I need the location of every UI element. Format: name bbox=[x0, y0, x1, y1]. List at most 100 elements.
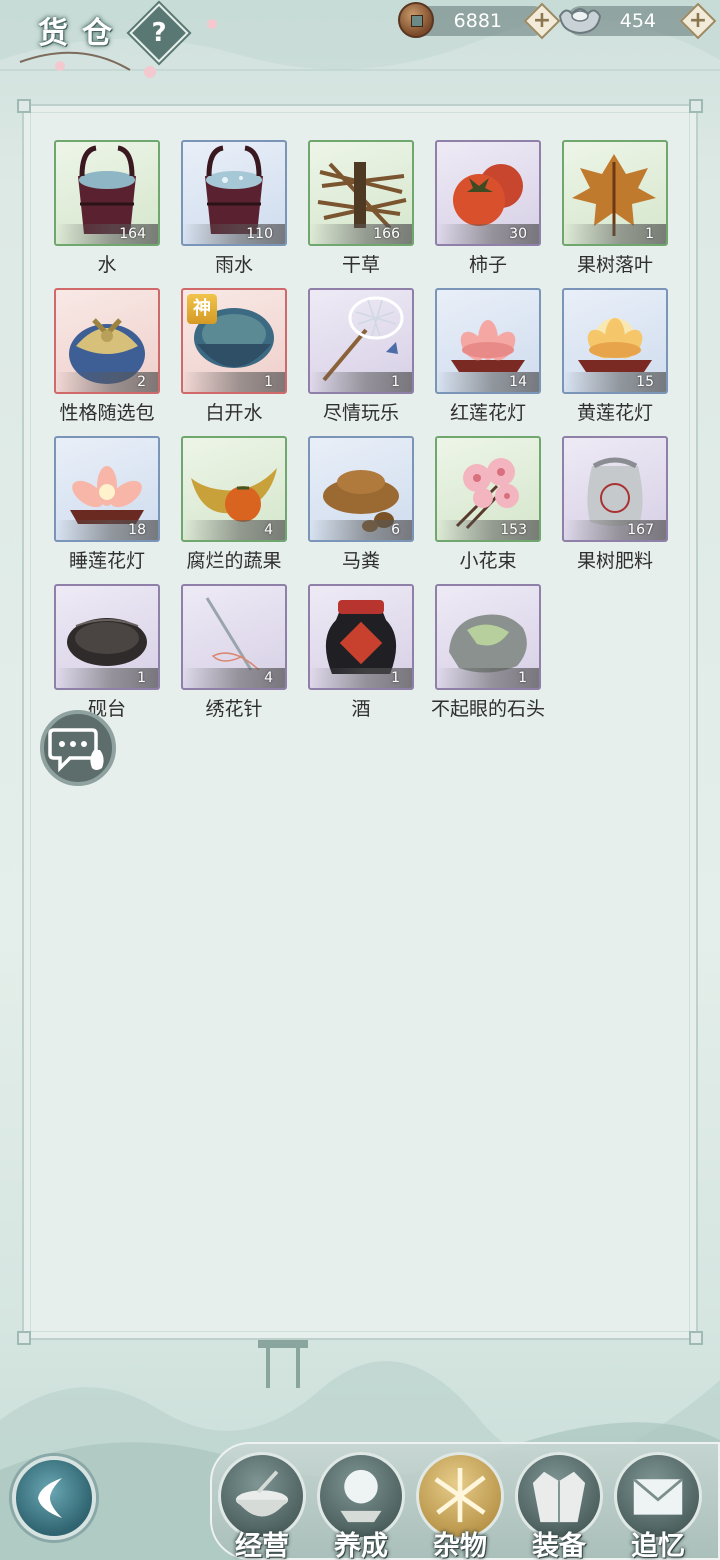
item-count: 2 bbox=[137, 374, 146, 390]
item-tile[interactable]: 167 bbox=[562, 436, 668, 542]
copper-coin-icon bbox=[398, 2, 434, 38]
item-tile[interactable]: 神1 bbox=[181, 288, 287, 394]
inventory-item[interactable]: 6 马粪 bbox=[308, 436, 414, 573]
inventory-item[interactable]: 30 柿子 bbox=[435, 140, 541, 277]
inventory-item[interactable]: 15 黄莲花灯 bbox=[562, 288, 668, 425]
item-name: 腐烂的蔬果 bbox=[186, 550, 282, 572]
item-name: 性格随选包 bbox=[59, 402, 155, 424]
item-tile[interactable]: 14 bbox=[435, 288, 541, 394]
item-name: 红莲花灯 bbox=[449, 402, 526, 424]
item-tile[interactable]: 1 bbox=[435, 584, 541, 690]
nav-tab[interactable]: 追忆 bbox=[614, 1452, 702, 1560]
item-count: 4 bbox=[264, 522, 273, 538]
inventory-panel: 164 水 110 雨水 166 干草 30 柿子 1 果树落叶 2 性格随选包神 1 白开水 1 尽情玩乐 1… bbox=[17, 99, 703, 1345]
item-count: 1 bbox=[137, 670, 146, 686]
item-name: 柿子 bbox=[468, 254, 507, 276]
inventory-item[interactable]: 166 干草 bbox=[308, 140, 414, 277]
inventory-item[interactable]: 4 绣花针 bbox=[181, 584, 287, 721]
item-tile[interactable]: 153 bbox=[435, 436, 541, 542]
item-tile[interactable]: 18 bbox=[54, 436, 160, 542]
item-count: 166 bbox=[373, 226, 400, 242]
item-tile[interactable]: 2 bbox=[54, 288, 160, 394]
chat-button[interactable] bbox=[40, 710, 116, 786]
inventory-item[interactable]: 2 性格随选包 bbox=[54, 288, 160, 425]
nav-tab-label: 追忆 bbox=[631, 1531, 685, 1560]
item-tile[interactable]: 1 bbox=[562, 140, 668, 246]
item-count: 153 bbox=[500, 522, 527, 538]
item-count: 18 bbox=[128, 522, 146, 538]
inventory-item[interactable]: 1 果树落叶 bbox=[562, 140, 668, 277]
inventory-item[interactable]: 4 腐烂的蔬果 bbox=[181, 436, 287, 573]
item-tile[interactable]: 164 bbox=[54, 140, 160, 246]
inventory-item[interactable]: 1 不起眼的石头 bbox=[431, 584, 545, 721]
nav-tab-label: 经营 bbox=[235, 1531, 289, 1560]
item-count: 4 bbox=[264, 670, 273, 686]
item-count: 1 bbox=[264, 374, 273, 390]
item-name: 绣花针 bbox=[205, 698, 263, 720]
chat-bubble-icon bbox=[48, 728, 104, 773]
item-count: 1 bbox=[391, 374, 400, 390]
item-tile[interactable]: 1 bbox=[308, 288, 414, 394]
help-icon: ? bbox=[151, 18, 167, 48]
inventory-item[interactable]: 18 睡莲花灯 bbox=[54, 436, 160, 573]
item-tile[interactable]: 4 bbox=[181, 584, 287, 690]
inventory-item[interactable]: 1 砚台 bbox=[54, 584, 160, 721]
inventory-item[interactable]: 153 小花束 bbox=[435, 436, 541, 573]
item-tile[interactable]: 110 bbox=[181, 140, 287, 246]
item-count: 1 bbox=[645, 226, 654, 242]
item-name: 水 bbox=[97, 254, 117, 276]
nav-tab-label: 装备 bbox=[532, 1531, 586, 1560]
item-count: 110 bbox=[246, 226, 273, 242]
plus-icon: + bbox=[688, 8, 708, 33]
silver-balance-value: 454 bbox=[619, 10, 656, 32]
item-tile[interactable]: 15 bbox=[562, 288, 668, 394]
item-name: 雨水 bbox=[214, 254, 253, 276]
item-name: 尽情玩乐 bbox=[322, 402, 399, 424]
nav-tab[interactable]: 经营 bbox=[218, 1452, 306, 1560]
inventory-item[interactable]: 1酒 bbox=[308, 584, 414, 721]
item-count: 1 bbox=[391, 670, 400, 686]
item-count: 167 bbox=[627, 522, 654, 538]
item-name: 睡莲花灯 bbox=[68, 550, 145, 572]
plus-icon: + bbox=[532, 8, 552, 33]
inventory-item[interactable]: 14 红莲花灯 bbox=[435, 288, 541, 425]
back-button[interactable] bbox=[12, 1456, 96, 1540]
item-name: 不起眼的石头 bbox=[430, 698, 545, 720]
item-name: 马粪 bbox=[341, 550, 380, 572]
nav-tab[interactable]: 养成 bbox=[317, 1452, 405, 1560]
item-tile[interactable]: 166 bbox=[308, 140, 414, 246]
back-arrow-icon bbox=[38, 1478, 62, 1518]
inventory-item[interactable]: 164 水 bbox=[54, 140, 160, 277]
inventory-item[interactable]: 167 果树肥料 bbox=[562, 436, 668, 573]
item-tile[interactable]: 6 bbox=[308, 436, 414, 542]
silver-ingot-icon bbox=[558, 8, 602, 35]
item-name: 小花束 bbox=[459, 550, 517, 572]
panel-corner-ornament bbox=[689, 99, 703, 113]
item-name: 黄莲花灯 bbox=[576, 402, 653, 424]
item-name: 果树肥料 bbox=[576, 550, 653, 572]
item-name: 白开水 bbox=[205, 402, 263, 424]
item-name: 酒 bbox=[351, 698, 371, 720]
copper-balance-value: 6881 bbox=[453, 10, 502, 32]
item-tile[interactable]: 1 bbox=[308, 584, 414, 690]
inventory-item[interactable]: 1 尽情玩乐 bbox=[308, 288, 414, 425]
item-count: 30 bbox=[509, 226, 527, 242]
item-tile[interactable]: 1 bbox=[54, 584, 160, 690]
panel-corner-ornament bbox=[17, 99, 31, 113]
item-count: 6 bbox=[391, 522, 400, 538]
nav-tab-label: 养成 bbox=[334, 1531, 388, 1560]
nav-tab[interactable]: 装备 bbox=[515, 1452, 603, 1560]
nav-tab-label: 杂物 bbox=[433, 1531, 487, 1560]
item-name: 果树落叶 bbox=[576, 254, 653, 276]
item-count: 1 bbox=[518, 670, 527, 686]
item-tile[interactable]: 30 bbox=[435, 140, 541, 246]
inventory-item[interactable]: 110 雨水 bbox=[181, 140, 287, 277]
item-name: 干草 bbox=[341, 254, 380, 276]
item-tile[interactable]: 4 bbox=[181, 436, 287, 542]
nav-tab[interactable]: 杂物 bbox=[416, 1452, 504, 1560]
item-count: 14 bbox=[509, 374, 527, 390]
divine-badge: 神 bbox=[187, 294, 217, 324]
inventory-item[interactable]: 神 1 白开水 bbox=[181, 288, 287, 425]
page-title: 货仓 bbox=[38, 16, 126, 51]
item-count: 164 bbox=[119, 226, 146, 242]
